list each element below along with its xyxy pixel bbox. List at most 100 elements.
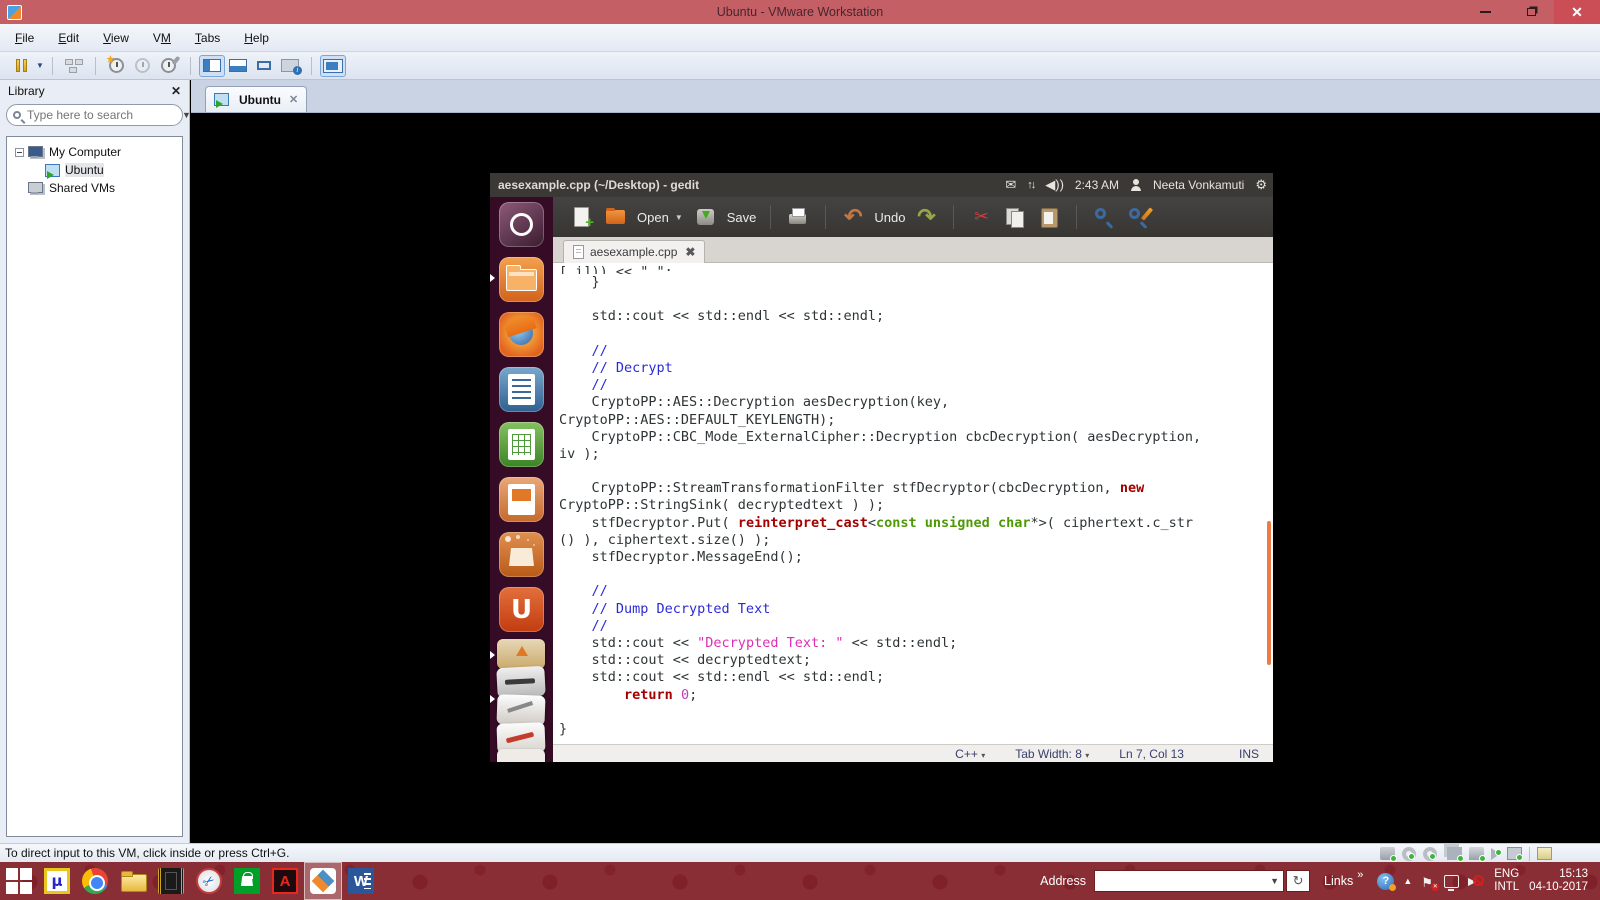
- tree-item-shared-vms[interactable]: Shared VMs: [7, 179, 182, 197]
- menu-tabs[interactable]: Tabs: [190, 28, 225, 48]
- device-camera-icon[interactable]: [1507, 847, 1522, 860]
- console-view-button[interactable]: [320, 55, 346, 77]
- code-line[interactable]: std::cout << "Decrypted Text: " << std::…: [559, 635, 1273, 652]
- device-message-log-icon[interactable]: [1537, 847, 1552, 860]
- code-line[interactable]: //: [559, 618, 1273, 635]
- code-line[interactable]: CryptoPP::AES::DEFAULT_KEYLENGTH);: [559, 412, 1273, 429]
- new-document-icon[interactable]: [570, 205, 594, 229]
- address-input[interactable]: ▼: [1094, 870, 1284, 892]
- tab-width-selector[interactable]: Tab Width: 8 ▾: [1015, 747, 1089, 761]
- undo-icon[interactable]: ↶: [841, 205, 865, 229]
- open-dropdown-arrow[interactable]: ▼: [675, 213, 683, 222]
- volume-muted-icon[interactable]: [1468, 874, 1484, 888]
- fullscreen-button[interactable]: [251, 55, 277, 77]
- code-line[interactable]: [559, 566, 1273, 583]
- restore-button[interactable]: [1508, 0, 1554, 24]
- vm-tab-close-icon[interactable]: ✕: [289, 93, 298, 106]
- user-indicator-icon[interactable]: [1130, 179, 1142, 191]
- network-indicator-icon[interactable]: ↑↓: [1027, 179, 1034, 191]
- redo-icon[interactable]: ↷: [914, 205, 938, 229]
- launcher-libreoffice-calc-icon[interactable]: [490, 417, 553, 472]
- editor-scrollbar[interactable]: [1267, 521, 1271, 665]
- unity-username[interactable]: Neeta Vonkamuti: [1153, 178, 1244, 192]
- device-cd-rom-icon[interactable]: [1402, 847, 1416, 861]
- menu-help[interactable]: Help: [239, 28, 274, 48]
- cut-icon[interactable]: ✂: [969, 205, 993, 229]
- taskbar-chrome-icon[interactable]: [76, 862, 114, 900]
- code-line[interactable]: [559, 463, 1273, 480]
- launcher-software-center-icon[interactable]: [490, 527, 553, 582]
- code-line[interactable]: return 0;: [559, 687, 1273, 704]
- search-input[interactable]: [27, 108, 182, 122]
- menu-file[interactable]: File: [10, 28, 39, 48]
- launcher-libreoffice-writer-icon[interactable]: [490, 362, 553, 417]
- code-line[interactable]: iv );: [559, 446, 1273, 463]
- device-printer-icon[interactable]: [1469, 847, 1484, 860]
- minimize-button[interactable]: [1462, 0, 1508, 24]
- gedit-tab-close-icon[interactable]: ✖: [685, 245, 695, 259]
- taskbar-snipping-tool-icon[interactable]: ✂: [190, 862, 228, 900]
- print-icon[interactable]: [786, 205, 810, 229]
- taskbar-windows-store-icon[interactable]: [228, 862, 266, 900]
- vm-tab-ubuntu[interactable]: Ubuntu ✕: [205, 86, 307, 112]
- links-chevron-icon[interactable]: »: [1357, 869, 1363, 881]
- paste-icon[interactable]: [1037, 205, 1061, 229]
- device-hard-disk-icon[interactable]: [1380, 847, 1395, 860]
- code-line[interactable]: stfDecryptor.Put( reinterpret_cast<const…: [559, 515, 1273, 532]
- unity-mode-button[interactable]: [277, 55, 303, 77]
- code-line[interactable]: std::cout << decryptedtext;: [559, 652, 1273, 669]
- code-area[interactable]: [ i])) << " "; } std::cout << std::endl …: [553, 263, 1273, 744]
- tray-expand-icon[interactable]: ▲: [1403, 876, 1412, 886]
- show-thumbnail-bar-button[interactable]: [225, 55, 251, 77]
- code-line[interactable]: [559, 704, 1273, 721]
- network-tray-icon[interactable]: [1444, 875, 1459, 888]
- code-line[interactable]: stfDecryptor.MessageEnd();: [559, 549, 1273, 566]
- links-label[interactable]: Links: [1324, 874, 1353, 888]
- code-line[interactable]: std::cout << std::endl << std::endl;: [559, 308, 1273, 325]
- take-snapshot-button[interactable]: [104, 55, 130, 77]
- help-tray-icon[interactable]: ?: [1377, 873, 1394, 890]
- ctrl-alt-del-button[interactable]: [61, 55, 87, 77]
- menu-edit[interactable]: Edit: [53, 28, 84, 48]
- taskbar-start-button[interactable]: [0, 862, 38, 900]
- code-line[interactable]: std::cout << std::endl << std::endl;: [559, 669, 1273, 686]
- taskbar-file-explorer-icon[interactable]: [114, 862, 152, 900]
- code-line[interactable]: [559, 291, 1273, 308]
- code-line[interactable]: CryptoPP::CBC_Mode_ExternalCipher::Decry…: [559, 429, 1273, 446]
- open-folder-icon[interactable]: [604, 205, 628, 229]
- device-sound-icon[interactable]: [1491, 848, 1500, 860]
- code-line[interactable]: CryptoPP::StringSink( decryptedtext ) );: [559, 497, 1273, 514]
- expander-icon[interactable]: [15, 148, 24, 157]
- manage-snapshots-button[interactable]: [156, 55, 182, 77]
- code-line[interactable]: [ i])) << " ";: [559, 264, 1273, 274]
- close-button[interactable]: ✕: [1554, 0, 1600, 24]
- launcher-ubuntu-one-icon[interactable]: U: [490, 582, 553, 637]
- copy-icon[interactable]: [1003, 205, 1027, 229]
- revert-snapshot-button[interactable]: [130, 55, 156, 77]
- library-search[interactable]: ▼: [6, 104, 183, 126]
- taskbar-clock[interactable]: 15:13 04-10-2017: [1529, 868, 1588, 894]
- code-line[interactable]: [559, 326, 1273, 343]
- code-line[interactable]: CryptoPP::AES::Decryption aesDecryption(…: [559, 394, 1273, 411]
- taskbar-word-icon[interactable]: W: [342, 862, 380, 900]
- taskbar-uvision-icon[interactable]: μ: [38, 862, 76, 900]
- sound-indicator-icon[interactable]: ◀)): [1045, 177, 1064, 193]
- code-line[interactable]: // Dump Decrypted Text: [559, 601, 1273, 618]
- taskbar-chip-tool-icon[interactable]: [152, 862, 190, 900]
- show-library-button[interactable]: [199, 55, 225, 77]
- menu-view[interactable]: View: [98, 28, 134, 48]
- tree-item-my-computer[interactable]: My Computer: [7, 143, 182, 161]
- launcher-files-icon[interactable]: [490, 252, 553, 307]
- code-line[interactable]: //: [559, 583, 1273, 600]
- action-center-flag-icon[interactable]: ⚑: [1421, 874, 1435, 889]
- tree-item-ubuntu[interactable]: Ubuntu: [7, 161, 182, 179]
- save-button[interactable]: Save: [727, 210, 757, 225]
- mail-indicator-icon[interactable]: ✉: [1005, 177, 1016, 193]
- code-line[interactable]: }: [559, 274, 1273, 291]
- open-button[interactable]: Open: [637, 210, 669, 225]
- device-network-icon[interactable]: [1447, 847, 1462, 860]
- find-icon[interactable]: [1092, 205, 1116, 229]
- code-line[interactable]: }: [559, 721, 1273, 738]
- launcher-app-stack-icon[interactable]: [490, 637, 553, 762]
- library-close-icon[interactable]: ✕: [171, 84, 181, 98]
